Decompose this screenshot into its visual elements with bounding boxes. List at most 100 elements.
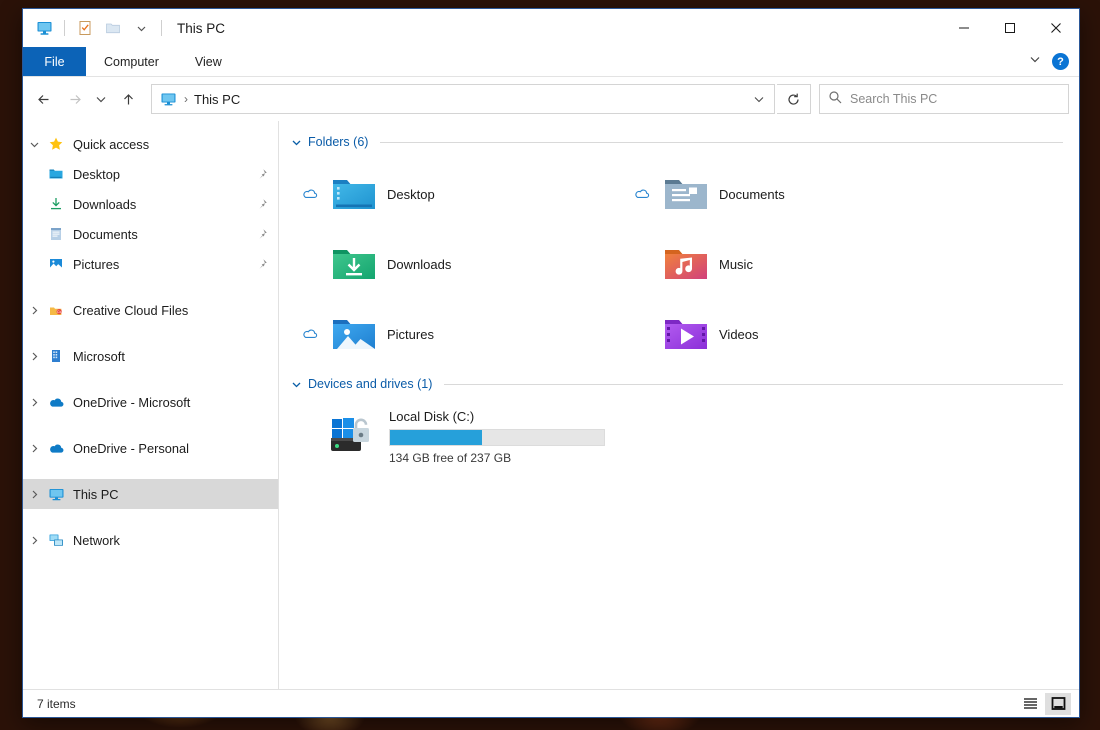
folder-tile-music[interactable]: Music (623, 229, 955, 299)
drives-group-header[interactable]: Devices and drives (1) (291, 373, 1063, 395)
desktop-folder-icon (325, 174, 383, 214)
chevron-right-icon[interactable] (23, 535, 45, 546)
navigation-bar: › This PC Search This PC (23, 77, 1079, 121)
chevron-down-icon[interactable] (291, 137, 302, 148)
drive-tile-local-disk-c[interactable]: Local Disk (C:) 134 GB free of 237 GB (291, 401, 1063, 479)
pin-icon[interactable] (256, 228, 268, 240)
onedrive-cloud-icon (45, 394, 67, 411)
address-dropdown-icon[interactable] (748, 85, 770, 113)
sidebar-label: Creative Cloud Files (73, 302, 189, 318)
tab-computer[interactable]: Computer (86, 47, 177, 76)
pin-icon[interactable] (256, 198, 268, 210)
ribbon-collapse-icon[interactable] (1028, 52, 1042, 71)
chevron-right-icon[interactable] (23, 305, 45, 316)
chevron-right-icon[interactable] (23, 351, 45, 362)
folder-label: Desktop (387, 186, 435, 202)
pin-icon[interactable] (256, 168, 268, 180)
sidebar-item-pictures[interactable]: Pictures (23, 249, 278, 279)
ribbon-right-controls: ? (1028, 47, 1079, 76)
view-mode-buttons (1017, 692, 1071, 715)
breadcrumb-this-pc-icon (160, 91, 177, 108)
item-count-label: 7 items (37, 696, 76, 711)
folder-tile-documents[interactable]: Documents (623, 159, 955, 229)
folder-label: Videos (719, 326, 759, 342)
recent-locations-button[interactable] (89, 84, 113, 114)
drive-capacity-bar (389, 429, 605, 446)
downloads-folder-icon (325, 244, 383, 284)
sidebar-item-quick-access[interactable]: Quick access (23, 129, 278, 159)
network-icon (45, 532, 67, 549)
up-button[interactable] (113, 84, 143, 114)
sidebar-item-desktop[interactable]: Desktop (23, 159, 278, 189)
minimize-button[interactable] (941, 9, 987, 47)
chevron-right-icon[interactable] (23, 397, 45, 408)
sidebar-label: Network (73, 532, 120, 548)
folder-label: Pictures (387, 326, 434, 342)
properties-icon[interactable] (72, 15, 98, 41)
chevron-down-icon[interactable] (23, 139, 45, 150)
address-bar[interactable]: › This PC (151, 84, 775, 114)
sidebar-item-creative-cloud-files[interactable]: Cc Creative Cloud Files (23, 295, 278, 325)
music-folder-icon (657, 244, 715, 284)
refresh-button[interactable] (777, 84, 811, 114)
drive-capacity-fill (390, 430, 483, 445)
breadcrumb-current[interactable]: This PC (194, 92, 240, 107)
large-icons-view-button[interactable] (1045, 692, 1071, 715)
chevron-right-icon[interactable] (23, 489, 45, 500)
folders-tile-grid: Desktop Documents Downloads Music Pictur… (291, 159, 1063, 369)
maximize-button[interactable] (987, 9, 1033, 47)
window-title: This PC (177, 20, 226, 36)
sidebar-item-this-pc[interactable]: This PC (23, 479, 278, 509)
sidebar-label: Desktop (73, 166, 120, 182)
ribbon-tab-bar: File Computer View ? (23, 47, 1079, 77)
toolbar-divider (64, 20, 65, 36)
group-divider (380, 141, 1063, 143)
folder-tile-pictures[interactable]: Pictures (291, 299, 623, 369)
sharepoint-icon (45, 348, 67, 364)
sidebar-label: Documents (73, 226, 138, 242)
details-view-button[interactable] (1017, 693, 1043, 715)
cloud-status-icon (295, 325, 325, 343)
new-folder-icon[interactable] (100, 15, 126, 41)
folder-tile-downloads[interactable]: Downloads (291, 229, 623, 299)
forward-button[interactable] (59, 84, 89, 114)
documents-folder-icon (657, 174, 715, 214)
chevron-right-icon[interactable] (23, 443, 45, 454)
breadcrumb-separator: › (184, 92, 188, 106)
drive-label: Local Disk (C:) (389, 409, 475, 424)
pictures-folder-icon (45, 256, 67, 272)
cloud-status-icon (295, 185, 325, 203)
back-button[interactable] (29, 84, 59, 114)
search-input[interactable]: Search This PC (850, 92, 937, 106)
sidebar-label: Microsoft (73, 348, 125, 364)
folder-tile-desktop[interactable]: Desktop (291, 159, 623, 229)
folder-tile-videos[interactable]: Videos (623, 299, 955, 369)
sidebar-item-onedrive-personal[interactable]: OneDrive - Personal (23, 433, 278, 463)
chevron-down-icon[interactable] (291, 379, 302, 390)
group-divider (444, 383, 1063, 385)
videos-folder-icon (657, 314, 715, 354)
sidebar-item-downloads[interactable]: Downloads (23, 189, 278, 219)
sidebar-item-microsoft[interactable]: Microsoft (23, 341, 278, 371)
search-box[interactable]: Search This PC (819, 84, 1069, 114)
explorer-body: Quick access Desktop Downloads Documents… (23, 121, 1079, 689)
file-explorer-window: This PC File Computer View ? › This PC S… (22, 8, 1080, 718)
this-pc-icon[interactable] (31, 15, 57, 41)
pin-icon[interactable] (256, 258, 268, 270)
status-bar: 7 items (23, 689, 1079, 717)
tab-view[interactable]: View (177, 47, 240, 76)
sidebar-item-network[interactable]: Network (23, 525, 278, 555)
sidebar-label: Quick access (73, 136, 150, 152)
customize-dropdown-icon[interactable] (128, 15, 154, 41)
help-icon[interactable]: ? (1052, 53, 1069, 70)
sidebar-item-documents[interactable]: Documents (23, 219, 278, 249)
close-button[interactable] (1033, 9, 1079, 47)
quick-access-toolbar (31, 15, 167, 41)
sidebar-label: Pictures (73, 256, 120, 272)
folders-group-header[interactable]: Folders (6) (291, 131, 1063, 153)
tab-file[interactable]: File (23, 47, 86, 76)
toolbar-divider-2 (161, 20, 162, 36)
sidebar-item-onedrive-microsoft[interactable]: OneDrive - Microsoft (23, 387, 278, 417)
